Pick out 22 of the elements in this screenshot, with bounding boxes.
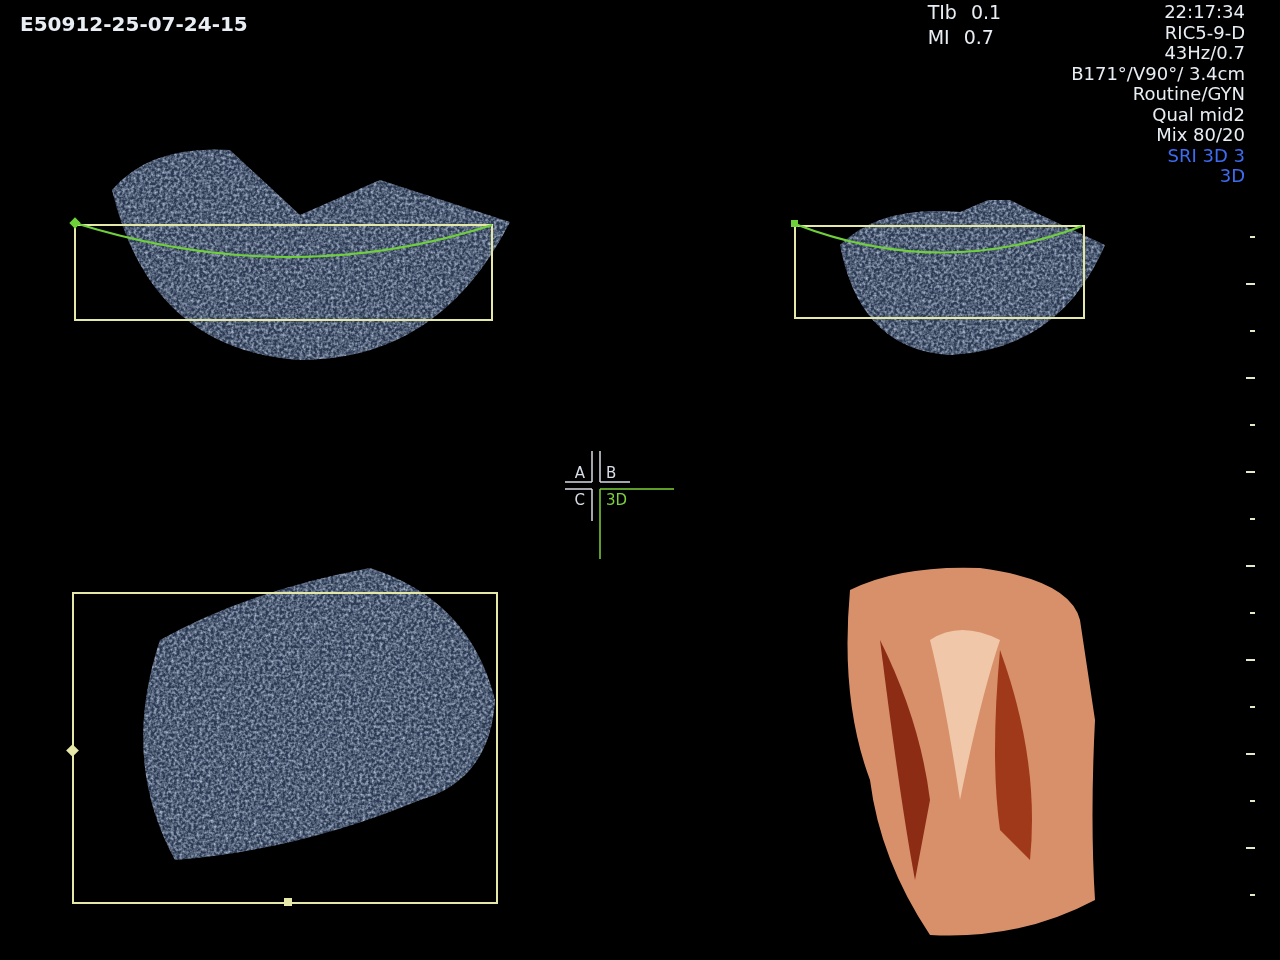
quadrant-label: 3D bbox=[606, 491, 628, 509]
quadrant-label: C bbox=[574, 491, 585, 509]
quadrant-label: A bbox=[574, 464, 585, 482]
handle-icon bbox=[284, 898, 292, 906]
scan-parameter: Qual mid2 bbox=[1152, 104, 1245, 125]
scan-parameter: 3D bbox=[1219, 166, 1245, 187]
index-value: 0.7 bbox=[963, 25, 994, 50]
handle-icon bbox=[791, 220, 798, 227]
scan-parameter: 22:17:34 bbox=[1164, 2, 1245, 23]
index-value: 0.1 bbox=[970, 0, 1002, 25]
scan-parameter: SRI 3D 3 bbox=[1167, 145, 1245, 166]
scan-parameter: Mix 80/20 bbox=[1156, 125, 1245, 146]
scan-parameter: B171°/V90°/ 3.4cm bbox=[1071, 63, 1245, 84]
handle-icon bbox=[66, 744, 79, 757]
scan-parameter: Routine/GYN bbox=[1132, 84, 1245, 105]
scan-parameter: RIC5-9-D bbox=[1164, 22, 1245, 43]
exam-id: E50912-25-07-24-15 bbox=[19, 11, 248, 33]
index-label: TIb bbox=[927, 0, 957, 25]
scan-parameter: 43Hz/0.7 bbox=[1164, 43, 1245, 64]
index-label: MI bbox=[927, 25, 950, 50]
handle-icon bbox=[69, 217, 81, 229]
quadrant-label: B bbox=[606, 464, 617, 482]
